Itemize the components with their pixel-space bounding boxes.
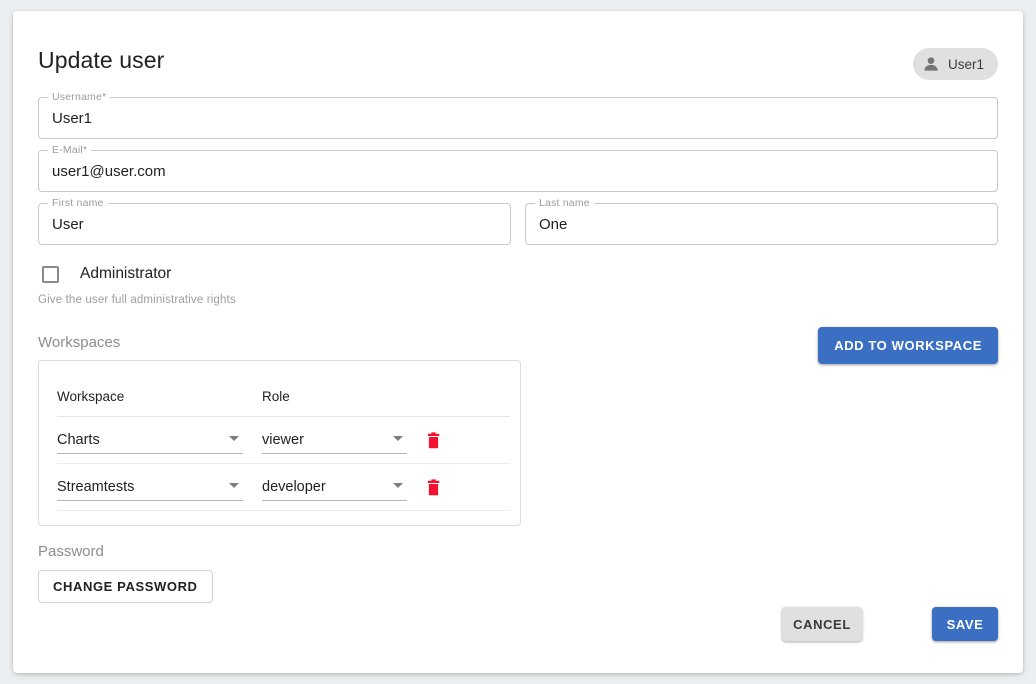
workspaces-table-header: Workspace Role	[57, 389, 510, 417]
email-field[interactable]: E-Mail*	[38, 144, 998, 192]
workspace-select-value-1: Streamtests	[57, 478, 135, 495]
user-chip-label: User1	[947, 56, 984, 72]
role-select-1[interactable]: developer	[262, 474, 407, 501]
workspace-select-0[interactable]: Charts	[57, 427, 243, 454]
last-name-field[interactable]: Last name	[525, 197, 998, 245]
table-row: Charts viewer	[57, 417, 510, 464]
chevron-down-icon	[393, 482, 403, 488]
last-name-input[interactable]	[539, 204, 986, 244]
first-name-input[interactable]	[52, 204, 499, 244]
username-field[interactable]: Username*	[38, 91, 998, 139]
column-header-role: Role	[262, 389, 290, 404]
column-header-actions	[407, 389, 467, 404]
column-header-workspace: Workspace	[57, 389, 125, 404]
workspaces-section-label: Workspaces	[38, 334, 121, 351]
change-password-button[interactable]: CHANGE PASSWORD	[38, 570, 213, 603]
table-row: Streamtests developer	[57, 464, 510, 511]
workspace-select-1[interactable]: Streamtests	[57, 474, 243, 501]
chevron-down-icon	[229, 435, 239, 441]
email-input[interactable]	[52, 151, 986, 191]
chevron-down-icon	[393, 435, 403, 441]
administrator-checkbox[interactable]	[42, 265, 59, 283]
person-icon	[924, 57, 938, 71]
first-name-field[interactable]: First name	[38, 197, 511, 245]
administrator-label: Administrator	[80, 265, 172, 282]
page-title: Update user	[38, 47, 165, 73]
add-to-workspace-button[interactable]: ADD TO WORKSPACE	[818, 327, 998, 364]
administrator-hint: Give the user full administrative rights	[38, 294, 236, 306]
administrator-checkbox-row[interactable]: Administrator	[38, 265, 171, 283]
password-section-label: Password	[38, 543, 104, 560]
chevron-down-icon	[229, 482, 239, 488]
update-user-card: Update user User1 Username* E-Mail* Firs…	[13, 11, 1023, 673]
trash-icon[interactable]	[425, 478, 442, 497]
role-select-value-0: viewer	[262, 431, 304, 448]
username-input[interactable]	[52, 98, 986, 138]
save-button[interactable]: SAVE	[932, 607, 998, 641]
workspaces-card: Workspace Role Charts viewer Streamtests…	[38, 360, 521, 526]
cancel-button[interactable]: CANCEL	[782, 607, 862, 641]
workspace-select-value-0: Charts	[57, 431, 100, 448]
workspaces-table: Workspace Role Charts viewer Streamtests…	[57, 389, 510, 511]
user-chip[interactable]: User1	[912, 48, 998, 80]
role-select-value-1: developer	[262, 478, 326, 495]
role-select-0[interactable]: viewer	[262, 427, 407, 454]
trash-icon[interactable]	[425, 431, 442, 450]
